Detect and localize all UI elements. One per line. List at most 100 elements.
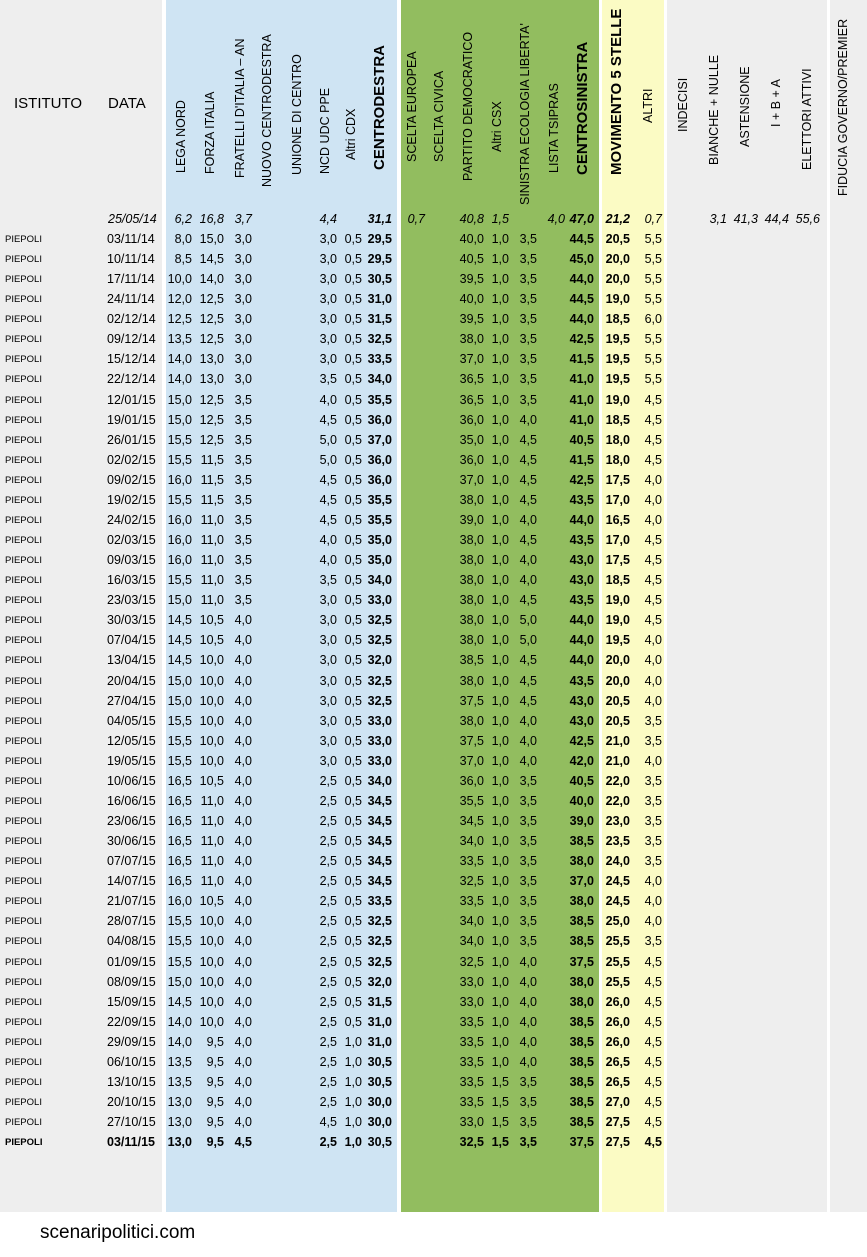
row-date: 08/09/15 — [107, 974, 156, 989]
row-value: 35,5 — [367, 492, 392, 507]
row-value: 31,5 — [367, 312, 392, 327]
row-date: 07/04/15 — [107, 633, 156, 648]
row-value: 35,0 — [367, 553, 392, 568]
row-value: 30,0 — [367, 1115, 392, 1130]
reference-value: 55,6 — [795, 212, 820, 226]
row-value: 3,5 — [519, 392, 537, 407]
row-value: 30,5 — [367, 1074, 392, 1089]
row-value: 44,0 — [569, 512, 594, 527]
row-value: 3,5 — [519, 1115, 537, 1130]
row-istituto: PIEPOLI — [5, 655, 42, 667]
row-value: 4,0 — [519, 1054, 537, 1069]
row-value: 4,0 — [234, 1115, 252, 1130]
row-value: 4,0 — [644, 673, 662, 688]
row-value: 3,5 — [644, 793, 662, 808]
row-value: 40,5 — [569, 773, 594, 788]
row-value: 34,0 — [367, 573, 392, 588]
row-value: 37,5 — [569, 1135, 594, 1150]
row-value: 42,0 — [569, 753, 594, 768]
row-value: 3,0 — [234, 272, 252, 287]
row-value: 38,5 — [569, 1034, 594, 1049]
row-value: 3,5 — [234, 492, 252, 507]
row-value: 42,5 — [569, 332, 594, 347]
row-value: 32,5 — [367, 914, 392, 929]
row-value: 3,0 — [234, 312, 252, 327]
column-header: MOVIMENTO 5 STELLE — [607, 8, 625, 175]
row-date: 24/02/15 — [107, 512, 156, 527]
row-date: 09/12/14 — [107, 332, 156, 347]
row-istituto: PIEPOLI — [5, 936, 42, 948]
row-value: 4,0 — [644, 914, 662, 929]
row-date: 24/11/14 — [107, 292, 155, 307]
row-value: 32,5 — [367, 673, 392, 688]
row-value: 34,5 — [367, 854, 392, 869]
row-value: 29,5 — [367, 252, 392, 267]
row-value: 42,5 — [569, 472, 594, 487]
header-data: DATA — [108, 95, 146, 112]
row-istituto: PIEPOLI — [5, 675, 42, 687]
row-value: 41,0 — [569, 412, 594, 427]
row-value: 4,5 — [519, 472, 537, 487]
row-date: 19/02/15 — [107, 492, 156, 507]
row-value: 3,5 — [519, 834, 537, 849]
row-value: 3,5 — [644, 773, 662, 788]
row-value: 43,0 — [569, 693, 594, 708]
row-value: 43,5 — [569, 673, 594, 688]
row-value: 4,0 — [234, 974, 252, 989]
row-value: 4,5 — [644, 974, 662, 989]
row-value: 38,0 — [569, 994, 594, 1009]
reference-value: 0,7 — [644, 212, 662, 226]
row-value: 4,0 — [644, 753, 662, 768]
row-value: 38,5 — [569, 834, 594, 849]
row-value: 3,5 — [519, 1095, 537, 1109]
row-date: 03/11/14 — [107, 232, 155, 246]
row-value: 4,0 — [519, 733, 537, 748]
row-value: 43,5 — [569, 492, 594, 507]
row-value: 36,0 — [367, 452, 392, 467]
column-header: NUOVO CENTRODESTRA — [260, 34, 275, 187]
row-istituto: PIEPOLI — [5, 635, 42, 647]
row-value: 36,0 — [367, 412, 392, 427]
row-value: 3,5 — [234, 512, 252, 527]
row-value: 3,5 — [234, 452, 252, 467]
row-istituto: PIEPOLI — [5, 434, 42, 446]
row-value: 33,0 — [367, 733, 392, 748]
row-value: 4,0 — [234, 733, 252, 748]
column-header: Altri CDX — [344, 108, 359, 160]
row-istituto: PIEPOLI — [5, 755, 42, 767]
row-value: 4,5 — [519, 452, 537, 467]
row-date: 16/06/15 — [107, 793, 156, 808]
header-istituto: ISTITUTO — [14, 95, 83, 112]
row-value: 4,5 — [644, 1135, 662, 1150]
row-date: 01/09/15 — [107, 954, 156, 969]
row-istituto: PIEPOLI — [5, 1097, 42, 1108]
row-value: 4,5 — [519, 673, 537, 688]
row-value: 35,5 — [367, 512, 392, 527]
row-value: 35,5 — [367, 392, 392, 407]
row-date: 10/06/15 — [107, 773, 156, 788]
row-value: 33,5 — [367, 352, 392, 367]
row-date: 27/04/15 — [107, 693, 156, 708]
row-date: 26/01/15 — [107, 432, 156, 447]
row-value: 4,5 — [644, 533, 662, 548]
row-value: 3,5 — [519, 352, 537, 367]
row-istituto: PIEPOLI — [5, 615, 42, 627]
row-value: 44,0 — [569, 272, 594, 287]
row-value: 4,0 — [519, 974, 537, 989]
column-header: SCELTA CIVICA — [432, 70, 447, 162]
column-header: NCD UDC PPE — [318, 87, 333, 174]
row-date: 02/03/15 — [107, 533, 156, 548]
row-value: 34,5 — [367, 874, 392, 889]
row-value: 45,0 — [569, 252, 594, 267]
row-value: 38,5 — [569, 1095, 594, 1109]
row-istituto: PIEPOLI — [5, 896, 42, 908]
row-value: 38,5 — [569, 1014, 594, 1029]
row-value: 4,5 — [644, 573, 662, 588]
row-value: 3,5 — [644, 834, 662, 849]
site-credit: scenaripolitici.com — [40, 1222, 196, 1243]
column-header: CENTROSINISTRA — [573, 41, 591, 175]
row-value: 3,5 — [644, 854, 662, 869]
poll-table: ISTITUTO DATA LEGA NORD FORZA ITALIA FRATELL… — [0, 0, 867, 1212]
row-value: 4,0 — [234, 894, 252, 909]
row-value: 3,5 — [644, 814, 662, 829]
